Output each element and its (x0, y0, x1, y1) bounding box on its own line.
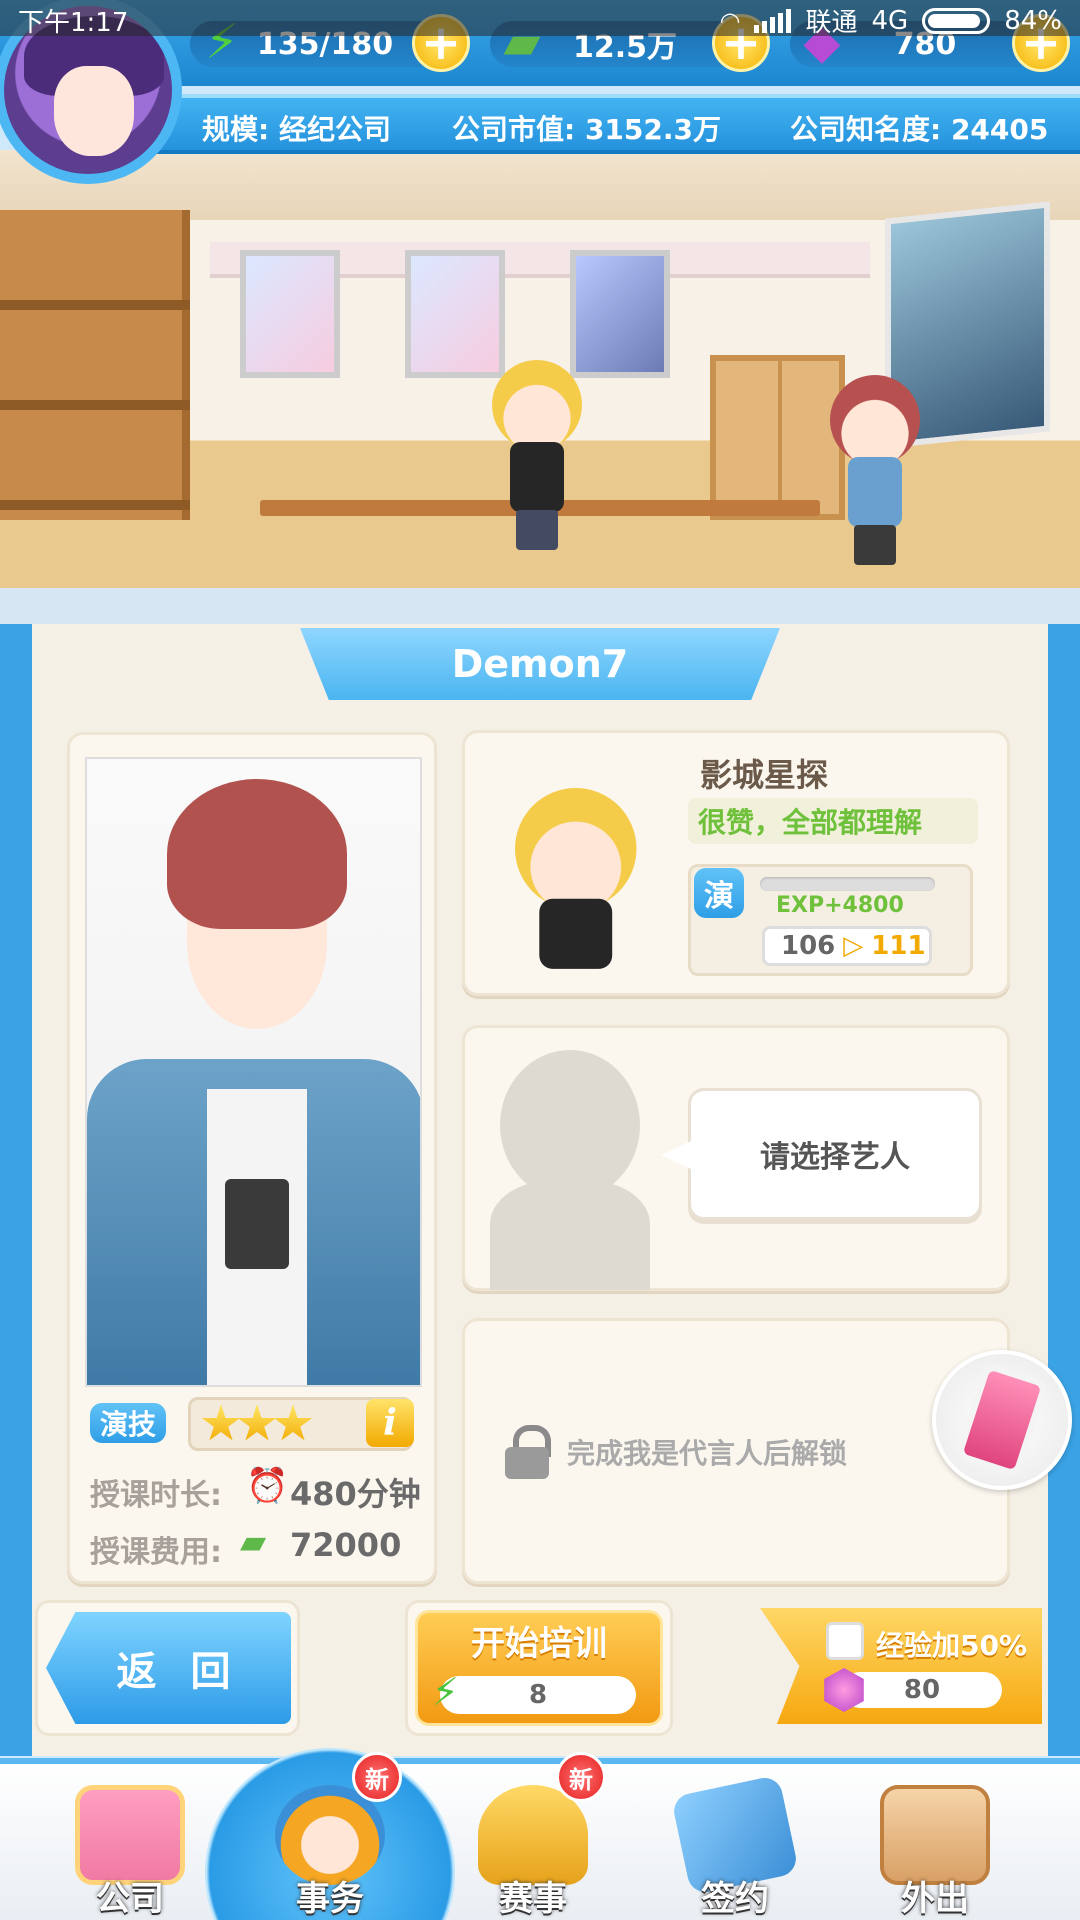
locked-slot: 完成我是代言人后解锁 (505, 1425, 847, 1479)
company-info-bar: 规模: 经纪公司 公司市值: 3152.3万 公司知名度: 24405 (150, 94, 1080, 154)
coach-comment: 很赞，全部都理解 (688, 798, 978, 844)
skill-tag: 演技 (90, 1403, 166, 1443)
cash-stack-icon: ▰ (240, 1522, 267, 1562)
nav-outing-label: 外出 (901, 1879, 969, 1919)
arrow-right-icon: ▷ (843, 931, 864, 961)
nav-outing[interactable]: 外出 (860, 1770, 1010, 1920)
duration-value: 480分钟 (290, 1475, 421, 1513)
battery-percent: 84% (1004, 5, 1062, 36)
battery-icon (922, 7, 991, 34)
nav-company-label: 公司 (96, 1879, 164, 1919)
exp-progress-bar (760, 877, 935, 891)
level-to: 111 (871, 931, 926, 961)
wall-poster (405, 250, 505, 378)
status-bar: 下午1:17 ◠ 联通 4G 84% (0, 0, 1080, 38)
fee-label: 授课费用: (90, 1535, 222, 1570)
acting-badge: 演 (694, 868, 744, 918)
phone-icon (955, 1362, 1049, 1478)
nav-contract-label: 签约 (701, 1879, 769, 1919)
energy-bolt-icon: ⚡ (432, 1670, 459, 1714)
signal-icon (754, 8, 792, 33)
star-icon (273, 1404, 313, 1441)
exp-gain: EXP+4800 (776, 893, 904, 918)
room-door (710, 355, 845, 520)
company-market-value: 公司市值: 3152.3万 (452, 113, 721, 146)
wall-poster (240, 250, 340, 378)
wall-poster (570, 250, 670, 378)
exp-bonus-checkbox[interactable] (826, 1622, 864, 1660)
info-button[interactable]: i (366, 1399, 414, 1447)
empty-artist-silhouette (500, 1050, 640, 1200)
coach-name: 影城星探 (700, 756, 829, 794)
nav-company[interactable]: 公司 (55, 1770, 205, 1920)
company-fame: 公司知名度: 24405 (790, 113, 1049, 146)
artist-portrait[interactable] (85, 757, 422, 1387)
start-training-label: 开始培训 (471, 1624, 607, 1664)
phone-button[interactable] (932, 1350, 1072, 1490)
company-scale: 规模: 经纪公司 (202, 113, 391, 146)
new-badge-affairs: 新 (352, 1752, 402, 1802)
duration-label: 授课时长: (90, 1478, 222, 1513)
new-badge-events: 新 (556, 1752, 606, 1802)
level-from: 106 (781, 931, 836, 961)
back-button[interactable]: 返 回 (46, 1612, 291, 1724)
artist-name-title: Demon7 (300, 628, 780, 700)
star-icon (201, 1404, 241, 1441)
alarm-clock-icon: ⏰ (246, 1466, 289, 1506)
select-artist-bubble[interactable]: 请选择艺人 (661, 1088, 982, 1220)
level-change: 106 ▷ 111 (762, 926, 932, 966)
training-energy-cost: 8 (440, 1676, 636, 1714)
status-time: 下午1:17 (18, 8, 129, 38)
empty-artist-silhouette-body (490, 1180, 650, 1290)
company-building-icon (75, 1785, 185, 1885)
nav-events-label: 赛事 (499, 1879, 567, 1919)
exit-door-icon (880, 1785, 990, 1885)
locked-slot-text: 完成我是代言人后解锁 (567, 1437, 848, 1470)
lock-icon (505, 1425, 553, 1479)
star-icon (237, 1404, 277, 1441)
network-type: 4G (871, 5, 909, 36)
prop-shelf (0, 210, 190, 520)
wifi-icon: ◠ (719, 6, 741, 35)
exp-bonus-gem-cost: 80 (842, 1672, 1002, 1708)
carrier-name: 联通 (805, 8, 858, 38)
nav-affairs-label: 事务 (296, 1879, 364, 1919)
training-room-scene (0, 150, 1080, 590)
exp-bonus-label: 经验加50% (876, 1629, 1028, 1662)
fee-value: 72000 (290, 1526, 402, 1564)
nav-contract[interactable]: 签约 (660, 1770, 810, 1920)
